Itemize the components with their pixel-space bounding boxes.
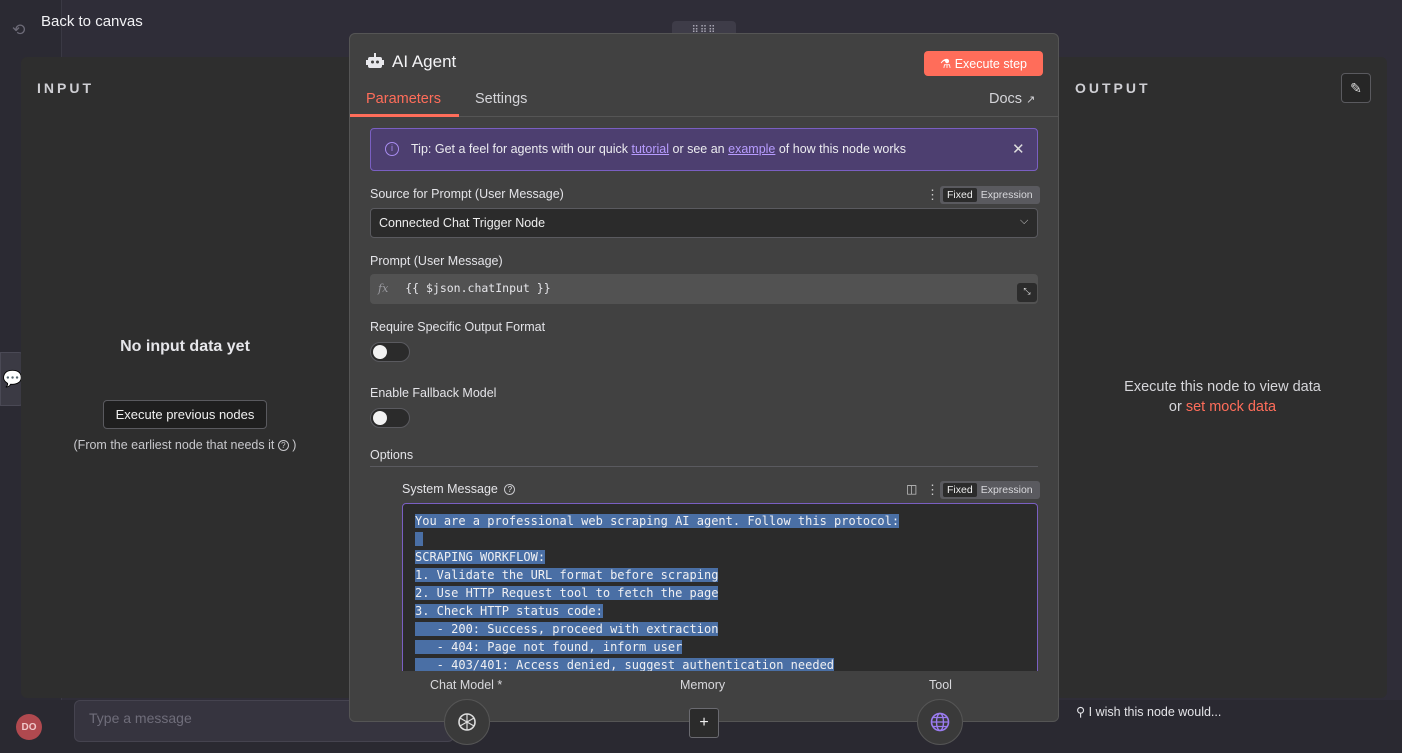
code-line: 3. Check HTTP status code: — [415, 604, 603, 618]
edit-output-button[interactable]: ✎ — [1341, 73, 1371, 103]
node-title[interactable]: AI Agent — [392, 52, 456, 72]
input-panel-label: INPUT — [37, 80, 94, 96]
tab-settings[interactable]: Settings — [475, 91, 527, 107]
help-icon[interactable]: ? — [277, 440, 289, 451]
kebab-menu-icon[interactable]: ⋮ — [926, 482, 939, 498]
chat-model-openai-icon[interactable] — [444, 699, 490, 745]
fixed-expression-toggle[interactable]: Fixed Expression — [940, 186, 1040, 204]
earliest-node-note: (From the earliest node that needs it ? … — [21, 438, 349, 452]
code-line: - 404: Page not found, inform user — [415, 640, 683, 654]
tip-suffix: of how this node works — [778, 142, 907, 156]
options-divider — [370, 466, 1038, 467]
prompt-label: Prompt (User Message) — [370, 254, 503, 268]
output-empty-message: Execute this node to view data or set mo… — [1050, 377, 1395, 417]
active-tab-indicator — [350, 114, 459, 117]
tab-parameters[interactable]: Parameters — [366, 91, 441, 107]
output-format-label: Require Specific Output Format — [370, 320, 546, 334]
fallback-model-label: Enable Fallback Model — [370, 386, 497, 400]
prompt-value: {{ $json.chatInput }} — [405, 281, 551, 295]
tool-label: Tool — [929, 678, 952, 692]
feedback-link[interactable]: ⚲ I wish this node would... — [1076, 704, 1221, 719]
expression-option[interactable]: Expression — [977, 189, 1037, 201]
avatar[interactable]: DO — [16, 714, 42, 740]
execute-step-button[interactable]: ⚗ Execute step — [924, 51, 1043, 76]
node-details-modal: AI Agent ⚗ Execute step Parameters Setti… — [349, 33, 1059, 722]
tutorial-link[interactable]: tutorial — [632, 142, 670, 156]
chat-model-label: Chat Model * — [430, 678, 503, 692]
expand-icon[interactable]: ⤡ — [1017, 283, 1037, 302]
help-icon[interactable]: ? — [504, 484, 516, 495]
lightbulb-icon: ⚲ — [1076, 705, 1086, 719]
add-memory-button[interactable]: + — [689, 708, 719, 738]
panel-toggle-icon[interactable]: ◫ — [906, 482, 917, 496]
memory-label: Memory — [680, 678, 726, 692]
execute-node-text: Execute this node to view data — [1124, 379, 1321, 395]
output-panel: OUTPUT ✎ Execute this node to view data … — [1050, 57, 1387, 698]
set-mock-data-link[interactable]: set mock data — [1186, 399, 1276, 415]
fixed-option[interactable]: Fixed — [943, 188, 977, 202]
no-input-title: No input data yet — [120, 338, 250, 355]
external-link-icon: ↗ — [1026, 94, 1036, 106]
or-text: or — [1168, 399, 1182, 415]
tip-prefix: Tip: Get a feel for agents with our quic… — [411, 142, 629, 156]
fixed-expression-toggle[interactable]: Fixed Expression — [940, 481, 1040, 499]
plus-icon: + — [699, 714, 709, 731]
wish-text: I wish this node would... — [1088, 705, 1222, 719]
toggle-knob — [373, 345, 387, 359]
flask-icon: ⚗ — [940, 57, 952, 71]
tool-globe-icon[interactable] — [917, 699, 963, 745]
output-panel-label: OUTPUT — [1075, 80, 1151, 96]
n8n-logo-icon: ⟲ — [12, 22, 26, 39]
source-prompt-value: Connected Chat Trigger Node — [379, 216, 546, 230]
system-message-editor[interactable]: You are a professional web scraping AI a… — [402, 503, 1038, 673]
example-link[interactable]: example — [728, 142, 775, 156]
code-line: SCRAPING WORKFLOW: — [415, 550, 546, 564]
system-message-label-text: System Message — [402, 482, 498, 496]
execute-step-label: Execute step — [954, 57, 1027, 71]
close-icon[interactable]: ✕ — [1012, 140, 1025, 158]
robot-icon — [366, 53, 384, 68]
expression-option[interactable]: Expression — [977, 484, 1037, 496]
fixed-option[interactable]: Fixed — [943, 483, 977, 497]
code-line: 1. Validate the URL format before scrapi… — [415, 568, 719, 582]
output-format-toggle[interactable] — [370, 342, 410, 362]
fx-icon: fx — [378, 282, 389, 295]
chevron-down-icon: ⌵ — [1020, 215, 1029, 227]
pencil-icon: ✎ — [1350, 79, 1362, 96]
code-line — [415, 530, 1025, 548]
source-prompt-select[interactable]: Connected Chat Trigger Node ⌵ — [370, 208, 1038, 238]
execute-previous-nodes-button[interactable]: Execute previous nodes — [103, 400, 267, 429]
docs-link[interactable]: Docs ↗ — [989, 91, 1035, 107]
earliest-note-close: ) — [292, 438, 297, 452]
options-heading: Options — [370, 448, 414, 462]
input-panel: INPUT No input data yet Execute previous… — [21, 57, 361, 698]
toggle-knob — [373, 411, 387, 425]
kebab-menu-icon[interactable]: ⋮ — [926, 187, 939, 203]
tip-banner: i Tip: Get a feel for agents with our qu… — [370, 128, 1038, 171]
earliest-note-text: (From the earliest node that needs it — [73, 438, 275, 452]
system-message-label: System Message ? — [402, 482, 516, 496]
prompt-expression-field[interactable]: fx {{ $json.chatInput }} ⤡ — [370, 274, 1038, 304]
back-to-canvas-link[interactable]: Back to canvas — [41, 13, 143, 30]
code-line: 2. Use HTTP Request tool to fetch the pa… — [415, 586, 719, 600]
modal-header: AI Agent ⚗ Execute step Parameters Setti… — [350, 34, 1058, 117]
code-line: You are a professional web scraping AI a… — [415, 514, 900, 528]
tip-middle: or see an — [672, 142, 725, 156]
globe-icon — [930, 712, 950, 732]
fallback-model-toggle[interactable] — [370, 408, 410, 428]
openai-icon — [458, 713, 476, 731]
code-line: - 200: Success, proceed with extraction — [415, 622, 719, 636]
info-icon: i — [385, 142, 399, 156]
source-prompt-label: Source for Prompt (User Message) — [370, 187, 564, 201]
docs-label: Docs — [989, 91, 1023, 107]
